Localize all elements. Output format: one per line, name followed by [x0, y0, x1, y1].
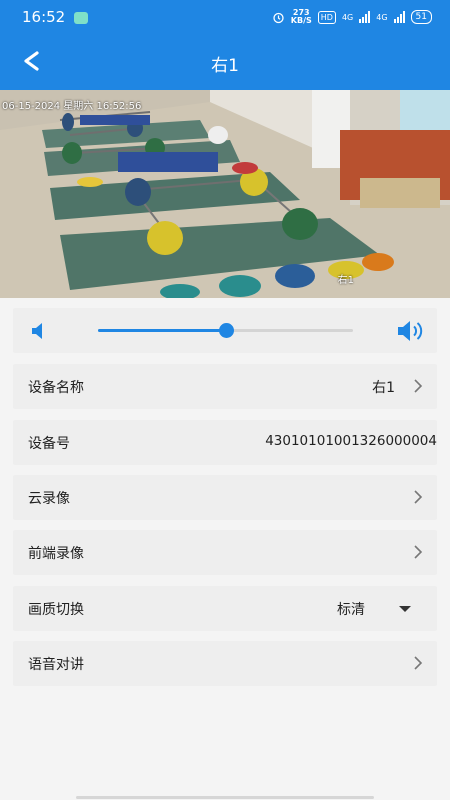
chevron-right-icon	[414, 490, 423, 504]
live-video-view[interactable]: 06-15-2024 星期六 16:52:56 右1	[0, 90, 450, 298]
device-number-label: 设备号	[28, 436, 70, 452]
network-type-1: 4G	[341, 12, 354, 22]
chevron-right-icon	[414, 545, 423, 559]
device-name-row[interactable]: 设备名称 右1	[13, 364, 437, 409]
app-header: 右1	[0, 34, 450, 90]
local-recording-label: 前端录像	[28, 546, 84, 562]
volume-high-icon[interactable]	[397, 320, 427, 342]
net-speed: 273 KB/S	[290, 8, 312, 25]
quality-row: 画质切换 标清	[13, 586, 437, 631]
device-name-label: 设备名称	[28, 380, 84, 396]
video-timestamp: 06-15-2024 星期六 16:52:56	[2, 101, 142, 112]
status-icons: 273 KB/S HD 4G 4G 51	[272, 9, 432, 25]
gesture-bar	[76, 796, 374, 799]
dropdown-arrow-icon[interactable]	[399, 606, 411, 612]
status-bar: 16:52 273 KB/S HD 4G 4G 51	[0, 0, 450, 34]
local-recording-row[interactable]: 前端录像	[13, 530, 437, 575]
chevron-right-icon	[414, 379, 423, 393]
cloud-recording-label: 云录像	[28, 491, 70, 507]
volume-low-icon[interactable]	[31, 322, 47, 340]
status-time: 16:52	[22, 8, 66, 26]
chevron-right-icon	[414, 656, 423, 670]
voice-talk-row[interactable]: 语音对讲	[13, 641, 437, 686]
signal-icon-2	[393, 11, 405, 23]
volume-slider-fill	[98, 329, 226, 332]
video-camera-label: 右1	[337, 275, 354, 286]
voice-talk-label: 语音对讲	[28, 657, 84, 673]
device-number-row: 设备号 43010101001326000004	[13, 420, 437, 465]
network-type-2: 4G	[376, 12, 388, 22]
volume-slider-handle[interactable]	[218, 323, 234, 338]
device-name-value: 右1	[372, 380, 395, 396]
quality-select-value[interactable]: 标清	[337, 599, 365, 619]
battery-indicator: 51	[410, 10, 432, 24]
cloud-recording-row[interactable]: 云录像	[13, 475, 437, 520]
quality-label: 画质切换	[28, 602, 84, 618]
camera-feed-image	[0, 90, 450, 298]
page-title: 右1	[211, 56, 239, 76]
device-number-value: 43010101001326000004	[265, 433, 437, 449]
volume-control	[13, 308, 437, 353]
volume-slider[interactable]	[98, 323, 353, 338]
alarm-icon	[273, 12, 284, 23]
signal-icon-1	[359, 11, 371, 23]
message-icon	[74, 12, 88, 24]
hd-badge: HD	[317, 10, 336, 24]
